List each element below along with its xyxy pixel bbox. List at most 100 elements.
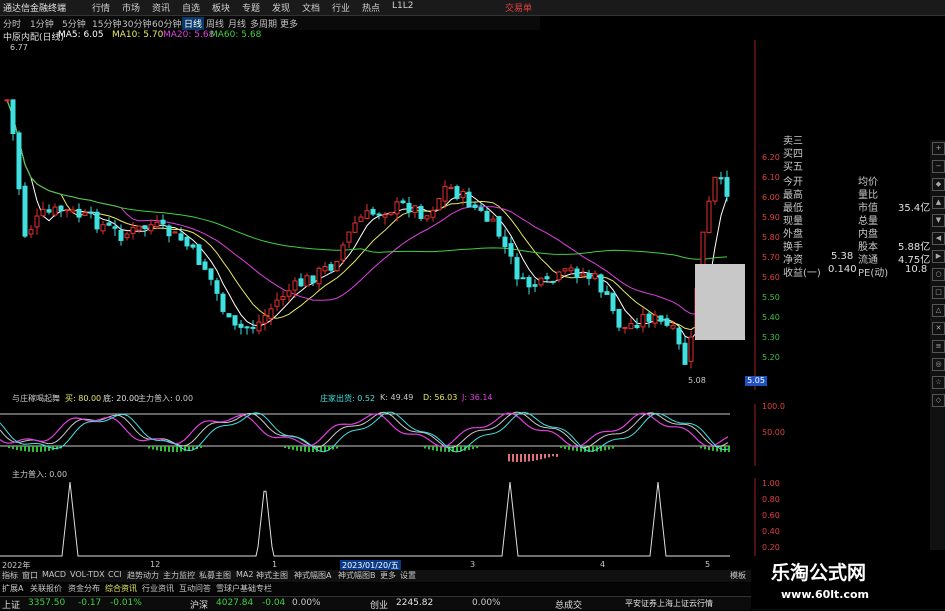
indicator-tab[interactable]: 窗口 [22,570,38,581]
menu-item[interactable]: 行业 [332,1,350,14]
side-tool-icon[interactable]: ▲ [932,196,945,209]
side-tool-icon[interactable]: + [932,142,945,155]
period-tab[interactable]: 5分钟 [62,17,86,30]
signal-bar [432,446,434,451]
menu-item[interactable]: 发现 [272,1,290,14]
candle-body [196,244,202,265]
main-force-indicator-chart[interactable] [0,478,760,560]
indicator-tab[interactable]: 神式幅图B [338,570,376,581]
time-axis-label: 5 [705,560,711,569]
indicator-tab[interactable]: 神式幅图A [294,570,331,581]
trade-button[interactable]: 交易单 [505,1,532,14]
indicator1-tag: 庄家出货: 0.52 [320,394,376,403]
indicator-tab[interactable]: MA2 [236,570,253,579]
signal-bar [604,446,606,451]
period-tab[interactable]: 60分钟 [152,17,181,30]
bottom-link[interactable]: 互动问答 [179,583,211,594]
period-tab[interactable]: 15分钟 [92,17,121,30]
time-axis-label: 3 [470,560,476,569]
side-tool-icon[interactable]: □ [932,286,945,299]
side-tool-icon[interactable]: ◀ [932,232,945,245]
candle-body [610,292,616,312]
signal-bar [308,446,310,452]
side-tool-icon[interactable]: △ [932,304,945,317]
candle-body [130,226,136,234]
watermark-url: www.60lt.com [781,588,870,601]
indicator-tab[interactable]: MACD [42,570,66,579]
bottom-link[interactable]: 行业资讯 [142,583,174,594]
menu-item[interactable]: 热点 [362,1,380,14]
period-tab[interactable]: 月线 [228,17,246,30]
side-tool-icon[interactable]: ◎ [932,358,945,371]
ind2-axis-tick: 1.00 [762,479,780,488]
menu-item[interactable]: 板块 [212,1,230,14]
bottom-link[interactable]: 扩展A [2,583,23,594]
indicator-tab[interactable]: 私募主图 [199,570,231,581]
candle-body [202,261,208,270]
bottom-link[interactable]: 雪球户基础专栏 [216,583,272,594]
bottom-link[interactable]: 综合资讯 [105,583,137,594]
candle-body [454,186,460,199]
indicator-tab[interactable]: CCI [108,570,122,579]
candle-body [190,244,196,248]
quote-row-value: 5.38 [831,251,854,262]
menu-item[interactable]: 专题 [242,1,260,14]
signal-bar [516,454,518,462]
side-tool-icon[interactable]: ✕ [932,322,945,335]
indicator-tab[interactable]: 更多 [380,570,396,581]
candle-body [364,210,370,219]
candle-body [580,273,586,277]
menu-item[interactable]: 资讯 [152,1,170,14]
signal-bar [300,446,302,452]
period-tab[interactable]: 周线 [206,17,224,30]
candle-body [4,99,10,102]
signal-bar [544,454,546,459]
side-tool-icon[interactable]: ▶ [932,250,945,263]
signal-bar [32,446,34,452]
candle-body [10,99,16,134]
candle-body [640,314,646,328]
side-tool-icon[interactable]: ◇ [932,394,945,407]
bottom-link[interactable]: 资金分布 [68,583,100,594]
signal-bar [700,446,702,449]
signal-bar [520,454,522,462]
candle-body [214,280,220,294]
period-tab[interactable]: 1分钟 [30,17,54,30]
menu-item[interactable]: 市场 [122,1,140,14]
signal-bar [704,446,706,450]
period-tab-selected[interactable]: 日线 [182,17,205,30]
period-tab[interactable]: 更多 [280,17,298,30]
period-tab[interactable]: 分时 [3,17,21,30]
indicator-tab[interactable]: 神式主图 [256,570,288,581]
period-tab[interactable]: 多周期 [250,17,277,30]
bottom-link[interactable]: 关联报价 [30,583,62,594]
candle-body [58,205,64,212]
side-tool-icon[interactable]: − [932,160,945,173]
hs-index-value: 4027.84 [216,598,254,608]
candle-body [724,177,730,197]
menu-item[interactable]: 自选 [182,1,200,14]
side-tool-icon[interactable]: ☆ [932,376,945,389]
sh-index-value: 3357.50 [28,598,66,608]
indicator-tab[interactable]: 指标 [2,570,18,581]
signal-bar [28,446,30,452]
side-tool-icon[interactable]: ▼ [932,214,945,227]
side-toolbar: + − ◆ ▲ ▼ ◀ ▶ ○ □ △ ✕ ≡ ◎ ☆ ◇ [930,140,945,550]
side-tool-icon[interactable]: ≡ [932,340,945,353]
indicator-tab[interactable]: VOL-TDX [70,570,105,579]
kdj-indicator-chart[interactable] [0,404,760,466]
indicator-tab[interactable]: 设置 [400,570,416,581]
indicator-tab[interactable]: 趋势动力 [127,570,159,581]
kline-chart[interactable] [0,40,760,390]
indicator-tab[interactable]: 主力监控 [163,570,195,581]
period-tab[interactable]: 30分钟 [122,17,151,30]
candle-body [154,221,160,227]
side-tool-icon[interactable]: ◆ [932,178,945,191]
menu-item[interactable]: 文档 [302,1,320,14]
ind2-axis-tick: 0.60 [762,511,780,520]
menu-item[interactable]: 行情 [92,1,110,14]
template-button[interactable]: 模板 [730,570,746,581]
menu-item[interactable]: L1L2 [392,1,413,11]
candle-body [496,216,502,237]
side-tool-icon[interactable]: ○ [932,268,945,281]
